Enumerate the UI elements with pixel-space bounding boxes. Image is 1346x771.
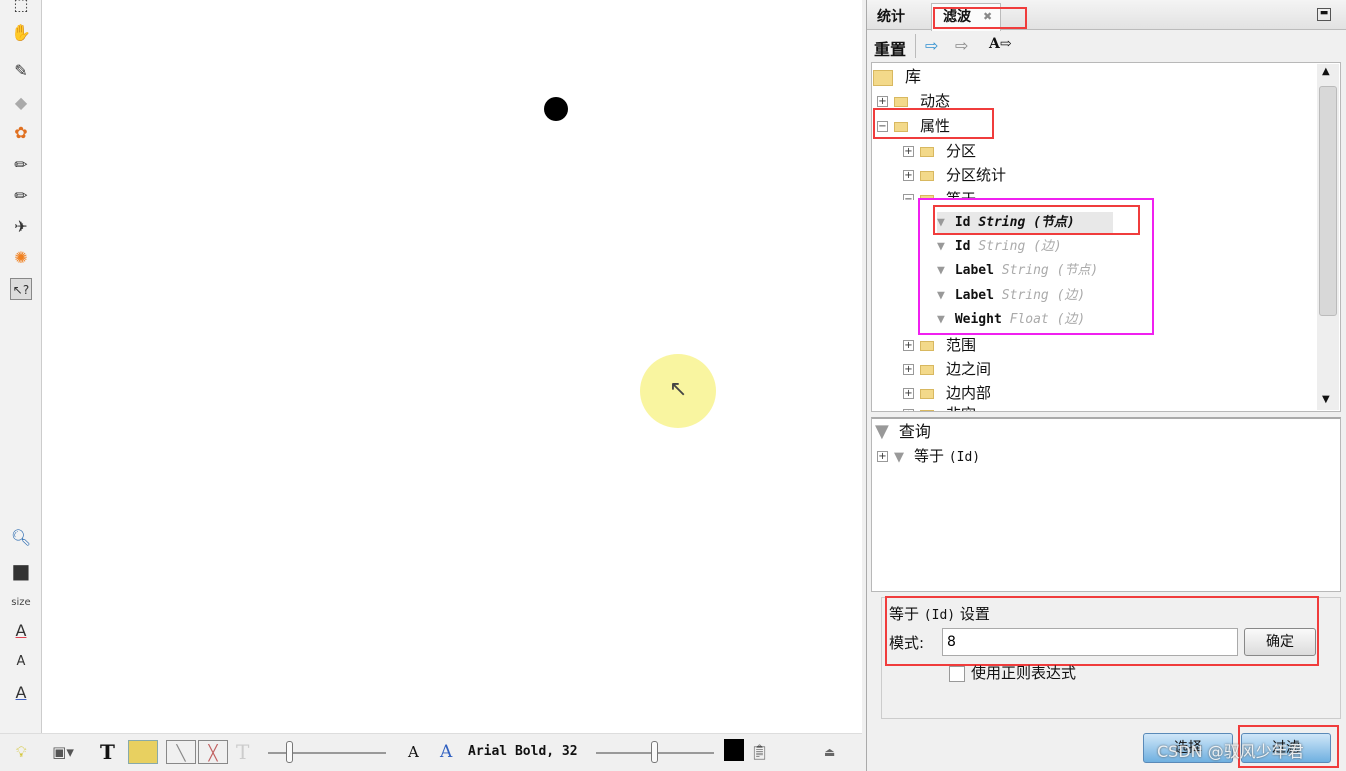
expand-icon[interactable]: + (877, 96, 888, 107)
tree-label: 分区统计 (946, 166, 1007, 184)
tree-item-non-null[interactable]: + 非空 (903, 403, 976, 411)
highlight-attributes (873, 108, 994, 139)
folder-icon (920, 409, 934, 411)
tree-item-partition[interactable]: + 分区 (903, 140, 976, 162)
regex-label: 使用正则表达式 (971, 664, 1077, 682)
label-font-icon[interactable]: A (10, 682, 32, 704)
tree-label: 查询 (898, 422, 931, 441)
font-increase-button[interactable]: A (440, 740, 452, 764)
color-square-icon[interactable]: ■ (10, 560, 32, 582)
folder-icon (920, 146, 934, 157)
folder-icon (894, 96, 908, 107)
tree-item-range[interactable]: + 范围 (903, 334, 976, 356)
queries-tree[interactable] (871, 417, 1341, 592)
zoom-search-icon[interactable]: 🔍︎ (10, 527, 32, 549)
label-size-icon[interactable]: A (10, 651, 32, 673)
screenshot-icon[interactable]: ▣▾ (46, 740, 80, 764)
font-selector[interactable]: Arial Bold, 32 (468, 740, 578, 764)
highlight-tab (933, 7, 1027, 29)
tree-label: 分区 (946, 142, 977, 160)
expand-icon[interactable]: + (903, 409, 914, 411)
watermark: CSDN @驭风少年君 (1157, 742, 1304, 761)
filter-icon: ▼ (894, 450, 904, 465)
background-color-icon[interactable] (128, 740, 158, 764)
tree-label: 边内部 (946, 384, 992, 402)
color-wheel-icon[interactable]: ✿ (10, 122, 32, 144)
edge-tool-icon[interactable]: ╲ (166, 740, 196, 764)
pencil-alt-icon[interactable]: ✏ (10, 185, 32, 207)
brush-icon[interactable]: ✎ (10, 60, 32, 82)
lasso-icon[interactable]: ✋ (10, 22, 32, 44)
highlight-settings (885, 596, 1319, 666)
text-tool-disabled-icon: T (236, 740, 250, 764)
expand-icon[interactable]: + (903, 388, 914, 399)
sun-icon[interactable]: ✺ (10, 247, 32, 269)
expand-icon[interactable]: + (903, 170, 914, 181)
font-decrease-button[interactable]: A (408, 740, 419, 764)
filter-icon: ▼ (875, 421, 889, 442)
folder-icon (920, 340, 934, 351)
left-toolbar: ⬚ ✋ ✎ ◆ ✿ ✏ ✏ ✈ ✺ ↖? 🔍︎ ■ size A A A (0, 0, 42, 733)
expand-icon[interactable]: + (877, 451, 888, 462)
tree-label: 非空 (946, 405, 976, 411)
tree-item-between-edges[interactable]: + 边之间 (903, 358, 991, 380)
highlight-id-node (933, 205, 1140, 235)
label-color-icon[interactable]: A (10, 620, 32, 642)
label-color-swatch[interactable] (724, 739, 744, 761)
mouse-pointer-icon: ↖ (669, 377, 688, 402)
edge-scale-knob[interactable] (286, 741, 293, 763)
export-icon[interactable]: ⇨ (925, 36, 938, 55)
tree-label: 边之间 (946, 360, 992, 378)
collapse-icon[interactable]: − (903, 194, 914, 200)
tree-item-partition-count[interactable]: + 分区统计 (903, 164, 1006, 186)
reset-button[interactable]: 重置 (874, 36, 906, 60)
query-item-equals-id[interactable]: + ▼ 等于 (Id) (877, 445, 980, 467)
folder-icon (920, 388, 934, 399)
expand-icon[interactable]: + (903, 340, 914, 351)
expand-icon[interactable]: + (903, 146, 914, 157)
library-scroll-thumb[interactable] (1319, 86, 1337, 316)
tree-root-library[interactable]: 库 (873, 66, 921, 88)
expand-icon[interactable]: ⏏ (824, 740, 835, 764)
tree-label: 范围 (946, 336, 977, 354)
label-size-knob[interactable] (651, 741, 658, 763)
edge-color-icon[interactable]: ╳ (198, 740, 228, 764)
lightbulb-icon[interactable]: 💡︎ (16, 740, 27, 764)
scroll-down-icon[interactable]: ▼ (1322, 394, 1330, 405)
pencil-icon[interactable]: ✏ (10, 154, 32, 176)
bottom-toolbar: 💡︎ ▣▾ T ╲ ╳ T A A Arial Bold, 32 📋︎ ⏏ (0, 733, 862, 771)
import-icon[interactable]: ⇨ (955, 36, 968, 55)
size-label[interactable]: size (10, 592, 32, 614)
auto-refresh-text: A (989, 36, 1000, 52)
tab-statistics[interactable]: 统计 (877, 4, 905, 30)
auto-refresh-icon[interactable]: A⇨ (989, 36, 1012, 52)
toolbar-divider (915, 34, 916, 58)
expand-icon[interactable]: + (903, 364, 914, 375)
filters-panel: 统计 滤波 ✖ ▬ 重置 ⇨ ⇨ A⇨ ▲ ▼ 库 + 动态 − 属性 + 分区 + 分… (866, 0, 1346, 771)
folder-icon (920, 364, 934, 375)
help-pointer-icon[interactable]: ↖? (10, 278, 32, 300)
folder-icon (873, 69, 893, 86)
tree-label: 库 (905, 67, 922, 86)
text-tool-icon[interactable]: T (100, 740, 115, 764)
graph-node[interactable] (544, 97, 568, 121)
queries-root: ▼ 查询 (875, 421, 931, 443)
diamond-icon[interactable]: ◆ (10, 92, 32, 114)
clipboard-icon[interactable]: 📋︎ (750, 740, 769, 764)
query-detail: (Id) (948, 450, 981, 465)
tree-item-inside-edges[interactable]: + 边内部 (903, 382, 991, 404)
folder-icon (920, 170, 934, 181)
plane-icon[interactable]: ✈ (10, 216, 32, 238)
graph-canvas[interactable] (42, 0, 862, 733)
minimize-icon[interactable]: ▬ (1317, 8, 1331, 21)
regex-checkbox[interactable] (949, 666, 965, 682)
rectangle-select-icon[interactable]: ⬚ (10, 0, 32, 16)
scroll-up-icon[interactable]: ▲ (1322, 66, 1330, 77)
tree-label: 等于 (914, 447, 945, 465)
